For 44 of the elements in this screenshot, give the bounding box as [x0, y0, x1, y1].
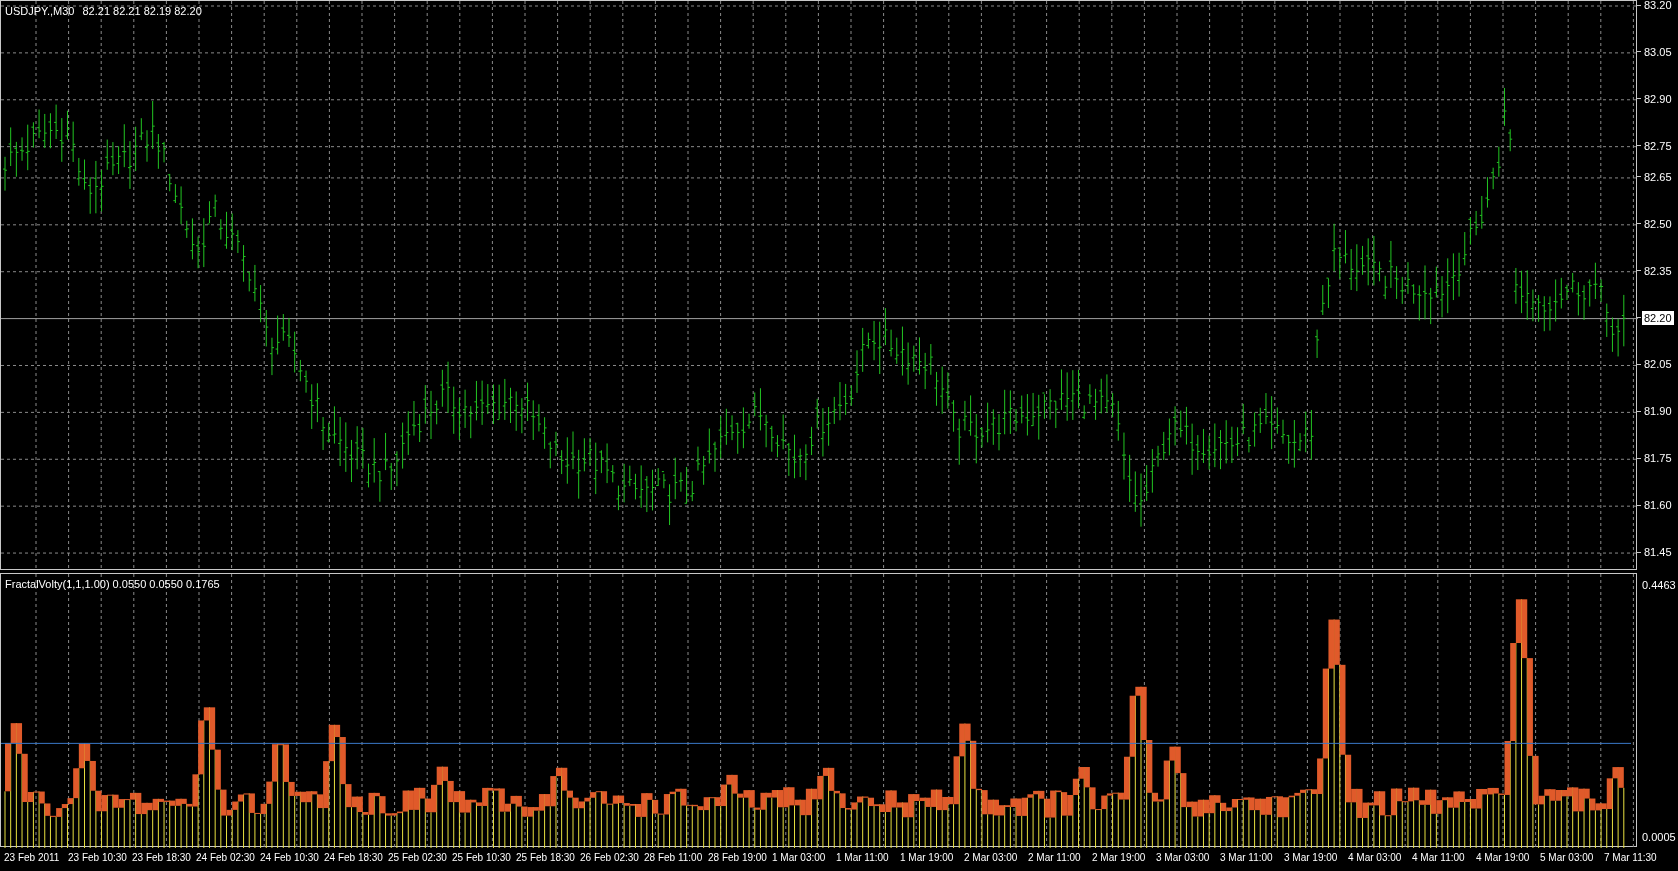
time-label: 26 Feb 02:30 — [580, 851, 639, 865]
indicator-scale-label: 0.4463 — [1642, 578, 1677, 593]
time-label: 2 Mar 11:00 — [1028, 851, 1081, 865]
price-label: 81.45 — [1644, 545, 1672, 560]
time-label: 24 Feb 18:30 — [324, 851, 383, 865]
time-label: 28 Feb 19:00 — [708, 851, 767, 865]
quote-values: 82.21 82.21 82.19 82.20 — [82, 4, 202, 19]
current-price-label: 82.20 — [1642, 310, 1674, 325]
time-label: 1 Mar 19:00 — [900, 851, 954, 865]
time-label: 25 Feb 10:30 — [452, 851, 511, 865]
time-label: 7 Mar 11:30 — [1604, 851, 1657, 865]
price-label: 82.05 — [1644, 357, 1672, 372]
time-label: 4 Mar 03:00 — [1348, 851, 1402, 865]
symbol-label: USDJPY.,M30 — [5, 4, 75, 19]
price-label: 82.90 — [1644, 91, 1672, 106]
price-label: 82.75 — [1644, 138, 1672, 153]
price-label: 82.35 — [1644, 263, 1672, 278]
time-label: 3 Mar 11:00 — [1220, 851, 1273, 865]
time-label: 25 Feb 18:30 — [516, 851, 575, 865]
price-label: 81.90 — [1644, 404, 1672, 419]
price-label: 81.60 — [1644, 498, 1672, 513]
time-label: 24 Feb 02:30 — [196, 851, 255, 865]
time-label: 2 Mar 03:00 — [964, 851, 1018, 865]
time-label: 25 Feb 02:30 — [388, 851, 447, 865]
time-label: 1 Mar 11:00 — [836, 851, 889, 865]
time-label: 4 Mar 19:00 — [1476, 851, 1530, 865]
time-label: 28 Feb 11:00 — [644, 851, 703, 865]
indicator-label: FractalVolty(1,1,1.00) 0.0550 0.0550 0.1765 — [5, 577, 220, 592]
time-label: 3 Mar 03:00 — [1156, 851, 1210, 865]
price-label: 82.65 — [1644, 169, 1672, 184]
time-label: 1 Mar 03:00 — [772, 851, 826, 865]
indicator-scale-label: 0.0005 — [1642, 829, 1677, 845]
time-label: 24 Feb 10:30 — [260, 851, 319, 865]
time-label: 3 Mar 19:00 — [1284, 851, 1338, 865]
price-label: 83.20 — [1644, 0, 1672, 12]
time-label: 23 Feb 18:30 — [132, 851, 191, 865]
time-label: 23 Feb 2011 — [4, 851, 60, 865]
time-label: 2 Mar 19:00 — [1092, 851, 1146, 865]
time-label: 23 Feb 10:30 — [68, 851, 127, 865]
price-label: 82.50 — [1644, 216, 1672, 231]
time-label: 4 Mar 11:00 — [1412, 851, 1465, 865]
time-label: 5 Mar 03:00 — [1540, 851, 1594, 865]
price-label: 81.75 — [1644, 451, 1672, 466]
price-label: 83.05 — [1644, 44, 1672, 59]
